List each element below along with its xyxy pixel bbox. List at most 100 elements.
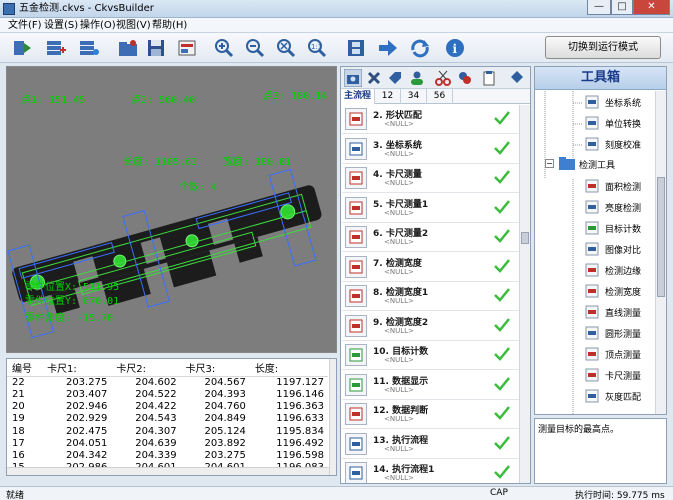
- user-icon[interactable]: [409, 70, 425, 86]
- loop-icon[interactable]: [408, 36, 432, 60]
- zoom-fit-icon[interactable]: [274, 36, 298, 60]
- open-folder-icon[interactable]: [116, 36, 140, 60]
- table-cell: 204.422: [135, 401, 177, 413]
- column-header-caliper3[interactable]: 卡尺3:: [180, 359, 250, 377]
- table-vertical-scrollbar[interactable]: [329, 359, 336, 475]
- overlay-point1: 点1: 151.45: [21, 95, 86, 106]
- process-step[interactable]: 3. 坐标系统 <NULL>: [342, 134, 519, 164]
- process-step[interactable]: 4. 卡尺测量 <NULL>: [342, 164, 519, 193]
- table-row[interactable]: 19 202.929 204.543 204.849 1196.633: [7, 413, 328, 425]
- process-step[interactable]: 11. 数据显示 <NULL>: [342, 370, 519, 400]
- camera-capture-icon[interactable]: [175, 36, 199, 60]
- tag-icon[interactable]: [387, 70, 403, 86]
- table-row[interactable]: 21 203.407 204.522 204.393 1196.146: [7, 389, 328, 401]
- menu-settings[interactable]: 设置(S): [44, 19, 78, 32]
- checkmark-icon: [494, 317, 510, 332]
- delete-icon[interactable]: [367, 71, 381, 85]
- process-step[interactable]: 6. 卡尺测量2 <NULL>: [342, 223, 519, 252]
- process-scroll-thumb[interactable]: [521, 232, 529, 244]
- image-viewer[interactable]: 点1: 151.45 点2: 560.40 点3: 180.14 长度: 118…: [6, 66, 337, 353]
- caliper-icon: [345, 167, 367, 189]
- maximize-button[interactable]: □: [611, 0, 633, 15]
- tool-item[interactable]: 检测边缘: [585, 260, 657, 281]
- tool-item[interactable]: 图像对比: [585, 239, 657, 260]
- menu-file[interactable]: 文件(F): [8, 19, 42, 32]
- overlay-pos-y: 零件位置Y: 670.01: [25, 296, 120, 307]
- clipboard-icon[interactable]: [481, 70, 497, 86]
- tab-main-flow[interactable]: 主流程: [341, 89, 375, 104]
- status-ready: 就绪: [6, 491, 25, 500]
- table-horizontal-scrollbar[interactable]: [7, 467, 329, 475]
- overlay-width: 宽度: 180.81: [223, 157, 292, 168]
- tool-item[interactable]: 面积检测: [585, 176, 657, 197]
- process-step[interactable]: 2. 形状匹配 <NULL>: [342, 105, 519, 134]
- table-cell: 204.849: [204, 413, 246, 425]
- process-step[interactable]: 14. 执行流程1 <NULL>: [342, 459, 519, 483]
- tool-icon: [585, 305, 599, 319]
- checkmark-icon: [494, 288, 510, 302]
- tool-item[interactable]: 坐标系统: [585, 92, 657, 113]
- zoom-actual-icon[interactable]: 1:1: [305, 36, 329, 60]
- table-row[interactable]: 17 204.051 204.639 203.892 1196.492: [7, 438, 328, 450]
- process-step[interactable]: 5. 卡尺测量1 <NULL>: [342, 193, 519, 223]
- close-button[interactable]: ✕: [633, 0, 670, 15]
- zoom-out-icon[interactable]: [243, 36, 267, 60]
- column-header-id[interactable]: 编号: [7, 359, 43, 377]
- tool-item[interactable]: 单位转换: [585, 113, 657, 134]
- tool-icon: [585, 242, 599, 256]
- save-all-icon[interactable]: [44, 36, 68, 60]
- menu-help[interactable]: 帮助(H): [152, 19, 187, 32]
- settings-list-icon[interactable]: [77, 36, 101, 60]
- process-panel: 主流程 12 34 56 2. 形状匹配 <NULL> 3. 坐标系统 <NULL> 4…: [340, 66, 531, 484]
- tab-12[interactable]: 12: [375, 89, 401, 104]
- tool-item[interactable]: 刻度校准: [585, 134, 657, 155]
- cut-icon[interactable]: [435, 70, 451, 86]
- open-icon[interactable]: [10, 36, 34, 60]
- menu-view[interactable]: 视图(V): [116, 19, 151, 32]
- tool-item[interactable]: 圆形测量: [585, 323, 657, 344]
- svg-text:i: i: [453, 42, 458, 56]
- toolbox-scroll-thumb[interactable]: [657, 177, 665, 297]
- overlay-pos-x: 零件位置X: 511.95: [25, 282, 120, 293]
- column-header-caliper1[interactable]: 卡尺1:: [42, 359, 112, 377]
- table-row[interactable]: 22 203.275 204.602 204.567 1197.127: [7, 377, 328, 390]
- process-step[interactable]: 12. 数据判断 <NULL>: [342, 400, 519, 429]
- save-icon[interactable]: [144, 36, 168, 60]
- table-row[interactable]: 18 202.475 204.307 205.124 1195.834: [7, 426, 328, 438]
- film-icon[interactable]: [344, 36, 368, 60]
- menu-operation[interactable]: 操作(O): [80, 19, 116, 32]
- process-step[interactable]: 10. 目标计数 <NULL>: [342, 341, 519, 370]
- tab-34[interactable]: 34: [401, 89, 427, 104]
- paste-icon[interactable]: [457, 70, 473, 86]
- table-row[interactable]: 20 202.946 204.422 204.760 1196.363: [7, 401, 328, 413]
- minimize-button[interactable]: —: [587, 0, 611, 15]
- zoom-in-icon[interactable]: [212, 36, 236, 60]
- tool-icon: [585, 95, 599, 109]
- tool-item[interactable]: 灰度匹配: [585, 386, 657, 407]
- process-step[interactable]: 8. 检测宽度1 <NULL>: [342, 282, 519, 311]
- process-scrollbar[interactable]: [519, 105, 530, 483]
- process-step[interactable]: 13. 执行流程 <NULL>: [342, 429, 519, 459]
- info-icon[interactable]: i: [443, 36, 467, 60]
- column-header-caliper2[interactable]: 卡尺2:: [111, 359, 181, 377]
- tool-item[interactable]: 直线测量: [585, 302, 657, 323]
- toolbox-scrollbar[interactable]: [655, 91, 666, 414]
- column-header-length[interactable]: 长度:: [249, 359, 328, 377]
- tool-item[interactable]: 目标计数: [585, 218, 657, 239]
- tool-item[interactable]: 卡尺测量: [585, 365, 657, 386]
- pin-icon[interactable]: [509, 70, 525, 86]
- process-step-sub: <NULL>: [384, 415, 414, 423]
- tool-item[interactable]: 亮度检测: [585, 197, 657, 218]
- arrow-right-icon[interactable]: [376, 36, 400, 60]
- camera-icon[interactable]: [344, 69, 362, 87]
- process-step[interactable]: 9. 检测宽度2 <NULL>: [342, 311, 519, 341]
- process-step[interactable]: 7. 检测宽度 <NULL>: [342, 252, 519, 282]
- tool-item[interactable]: 检测宽度: [585, 281, 657, 302]
- tool-label: 圆形测量: [605, 330, 642, 340]
- run-mode-button[interactable]: 切换到运行模式: [545, 36, 661, 59]
- tab-56[interactable]: 56: [427, 89, 453, 104]
- tool-label: 卡尺测量: [605, 372, 642, 382]
- tool-item[interactable]: 顶点测量: [585, 344, 657, 365]
- checkmark-icon: [494, 229, 510, 243]
- table-row[interactable]: 16 204.342 204.339 203.275 1196.598: [7, 450, 328, 462]
